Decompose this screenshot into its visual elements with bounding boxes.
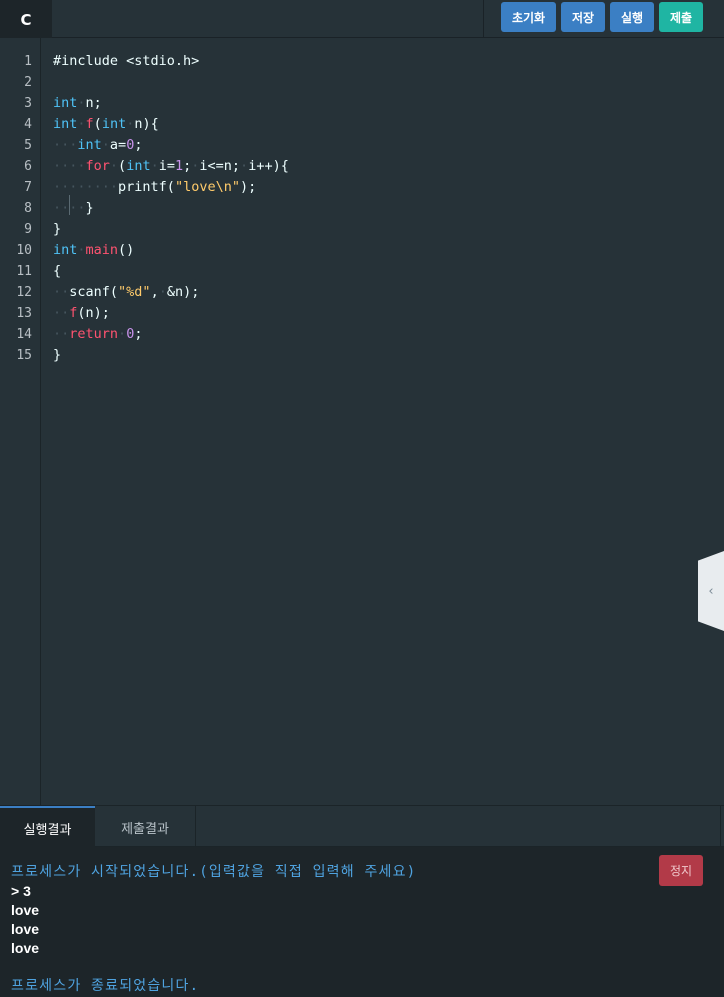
line-number: 4 (24, 117, 32, 132)
line-number: 13 (16, 306, 32, 321)
result-tab-bar: 실행결과 제출결과 (0, 805, 724, 848)
code-editor[interactable]: 1 2 3 4 5 6 7 8 9 10 11 12 13 14 15 #inc… (0, 38, 724, 805)
line-number: 14 (16, 327, 32, 342)
stop-button[interactable]: 정지 (659, 855, 703, 886)
console-output-line: love (11, 940, 40, 956)
line-number: 12 (16, 285, 32, 300)
console-status-line: 프로세스가 시작되었습니다.(입력값을 직접 입력해 주세요) (11, 864, 417, 880)
editor-toolbar: C 초기화 저장 실행 제출 (0, 0, 724, 38)
console-input-echo: > 3 (11, 883, 31, 899)
code-line[interactable]: int·main() (53, 240, 134, 261)
code-line[interactable]: } (53, 219, 61, 240)
line-number: 9 (24, 222, 32, 237)
code-line[interactable]: ····for·(int·i=1;·i<=n;·i++){ (53, 156, 289, 177)
console-output-line: love (11, 921, 40, 937)
console-output[interactable]: 프로세스가 시작되었습니다.(입력값을 직접 입력해 주세요) > 3 love… (0, 847, 724, 997)
line-number: 11 (16, 264, 32, 279)
run-button[interactable]: 실행 (610, 2, 654, 32)
console-output-line: love (11, 902, 40, 918)
code-line[interactable]: } (53, 345, 61, 366)
line-number: 7 (24, 180, 32, 195)
code-line[interactable]: int·f(int·n){ (53, 114, 159, 135)
code-line[interactable]: ··scanf("%d",·&n); (53, 282, 199, 303)
chevron-left-icon: ‹ (708, 583, 714, 599)
code-line[interactable]: ··f(n); (53, 303, 110, 324)
code-line[interactable]: #include <stdio.h> (53, 51, 199, 72)
line-number: 8 (24, 201, 32, 216)
save-button[interactable]: 저장 (561, 2, 605, 32)
line-number-gutter: 1 2 3 4 5 6 7 8 9 10 11 12 13 14 15 (0, 38, 41, 805)
tab-bar-edge (720, 806, 721, 848)
code-line[interactable]: ···int·a=0; (53, 135, 142, 156)
code-line[interactable]: ····} (53, 198, 94, 219)
submit-button[interactable]: 제출 (659, 2, 703, 32)
line-number: 3 (24, 96, 32, 111)
tab-submit-result[interactable]: 제출결과 (95, 806, 196, 848)
code-line[interactable]: ········printf("love\n"); (53, 177, 256, 198)
line-number: 1 (24, 54, 32, 69)
console-status-line: 프로세스가 종료되었습니다. (11, 978, 200, 994)
line-number: 10 (16, 243, 32, 258)
line-number: 2 (24, 75, 32, 90)
panel-collapse-handle[interactable]: ‹ (698, 551, 724, 631)
code-line[interactable]: { (53, 261, 61, 282)
toolbar-divider (483, 0, 484, 38)
line-number: 15 (16, 348, 32, 363)
reset-button[interactable]: 초기화 (501, 2, 556, 32)
line-number: 6 (24, 159, 32, 174)
tab-language-c[interactable]: C (0, 0, 52, 38)
code-line[interactable]: ··return·0; (53, 324, 142, 345)
line-number: 5 (24, 138, 32, 153)
code-line[interactable]: int·n; (53, 93, 102, 114)
tab-run-result[interactable]: 실행결과 (0, 806, 95, 848)
